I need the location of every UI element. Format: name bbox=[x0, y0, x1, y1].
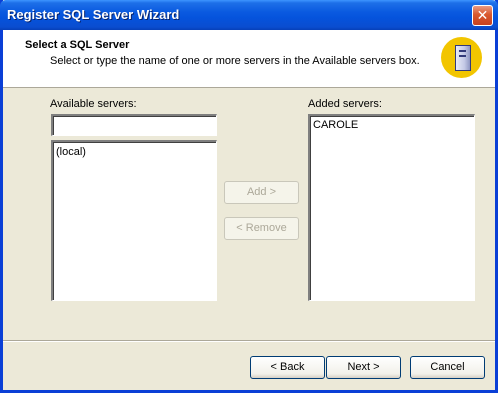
page-subtitle: Select or type the name of one or more s… bbox=[50, 55, 420, 67]
wizard-window: Register SQL Server Wizard ✕ Select a SQ… bbox=[0, 0, 498, 393]
close-button[interactable]: ✕ bbox=[472, 5, 493, 26]
next-button[interactable]: Next > bbox=[326, 356, 401, 379]
add-button[interactable]: Add > bbox=[224, 181, 299, 204]
server-name-input[interactable] bbox=[51, 114, 217, 136]
footer-divider bbox=[3, 340, 495, 342]
cancel-button[interactable]: Cancel bbox=[410, 356, 485, 379]
page-title: Select a SQL Server bbox=[25, 39, 130, 51]
remove-button[interactable]: < Remove bbox=[224, 217, 299, 240]
server-tower-icon bbox=[455, 45, 471, 71]
wizard-header: Select a SQL Server Select or type the n… bbox=[3, 30, 495, 88]
window-title: Register SQL Server Wizard bbox=[7, 7, 180, 22]
available-servers-list[interactable]: (local) bbox=[51, 140, 217, 301]
back-button[interactable]: < Back bbox=[250, 356, 325, 379]
server-icon bbox=[441, 37, 482, 78]
close-icon: ✕ bbox=[476, 7, 489, 23]
added-servers-label: Added servers: bbox=[308, 98, 382, 110]
list-item[interactable]: CAROLE bbox=[313, 119, 358, 131]
title-bar[interactable]: Register SQL Server Wizard ✕ bbox=[0, 0, 498, 30]
available-servers-label: Available servers: bbox=[50, 98, 137, 110]
added-servers-list[interactable]: CAROLE bbox=[308, 114, 475, 301]
list-item[interactable]: (local) bbox=[56, 146, 86, 158]
